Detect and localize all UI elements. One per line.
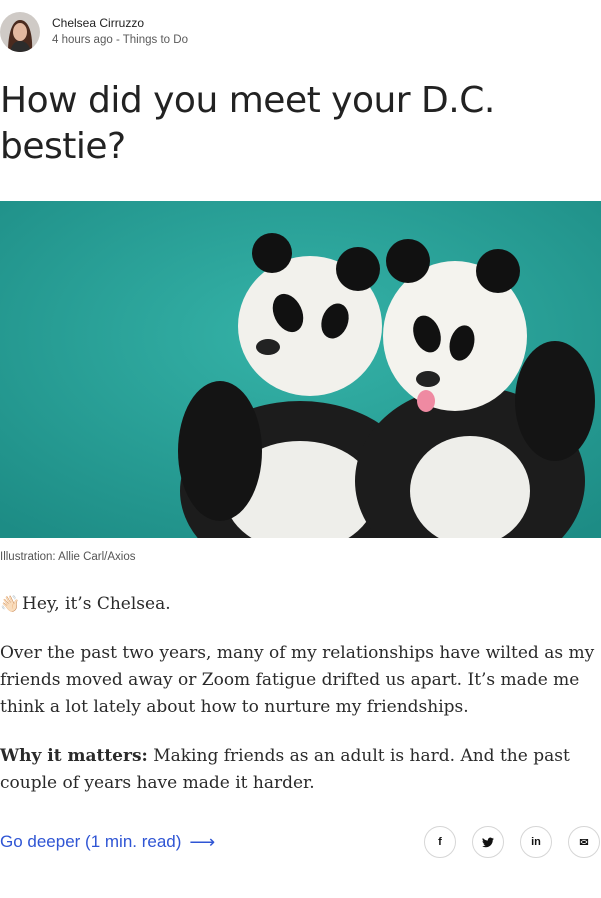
author-name[interactable]: Chelsea Cirruzzo xyxy=(52,15,188,31)
why-it-matters-paragraph: Why it matters: Making friends as an adu… xyxy=(0,743,601,797)
meta-separator: - xyxy=(112,34,123,46)
share-buttons: f in ✉ xyxy=(408,826,600,858)
author-avatar[interactable] xyxy=(0,12,40,52)
email-icon: ✉ xyxy=(579,836,589,849)
intro-text: Hey, it’s Chelsea. xyxy=(22,594,171,614)
intro-paragraph: 👋🏻 Hey, it’s Chelsea. xyxy=(0,590,601,618)
article-footer: Go deeper (1 min. read) ⟶ f in ✉ xyxy=(0,824,601,860)
twitter-share-button[interactable] xyxy=(472,826,504,858)
linkedin-share-button[interactable]: in xyxy=(520,826,552,858)
arrow-right-icon: ⟶ xyxy=(189,831,216,852)
body-paragraph: Over the past two years, many of my rela… xyxy=(0,643,595,717)
timestamp: 4 hours ago xyxy=(52,34,113,46)
hero-image xyxy=(0,201,601,538)
article-headline: How did you meet your D.C. bestie? xyxy=(0,80,495,167)
why-it-matters-label: Why it matters: xyxy=(0,746,148,766)
facebook-icon: f xyxy=(438,836,442,848)
article-body: 👋🏻 Hey, it’s Chelsea. Over the past two y… xyxy=(0,590,601,819)
image-caption: Illustration: Allie Carl/Axios xyxy=(0,551,136,563)
section-link[interactable]: Things to Do xyxy=(123,34,188,46)
twitter-icon xyxy=(482,837,494,847)
go-deeper-label: Go deeper (1 min. read) xyxy=(0,832,182,851)
go-deeper-link[interactable]: Go deeper (1 min. read) ⟶ xyxy=(0,832,215,853)
linkedin-icon: in xyxy=(531,836,541,848)
email-share-button[interactable]: ✉ xyxy=(568,826,600,858)
waving-hand-icon: 👋🏻 xyxy=(0,594,20,613)
article-meta: 4 hours ago - Things to Do xyxy=(52,31,188,49)
facebook-share-button[interactable]: f xyxy=(424,826,456,858)
article-byline: Chelsea Cirruzzo 4 hours ago - Things to… xyxy=(0,12,188,52)
